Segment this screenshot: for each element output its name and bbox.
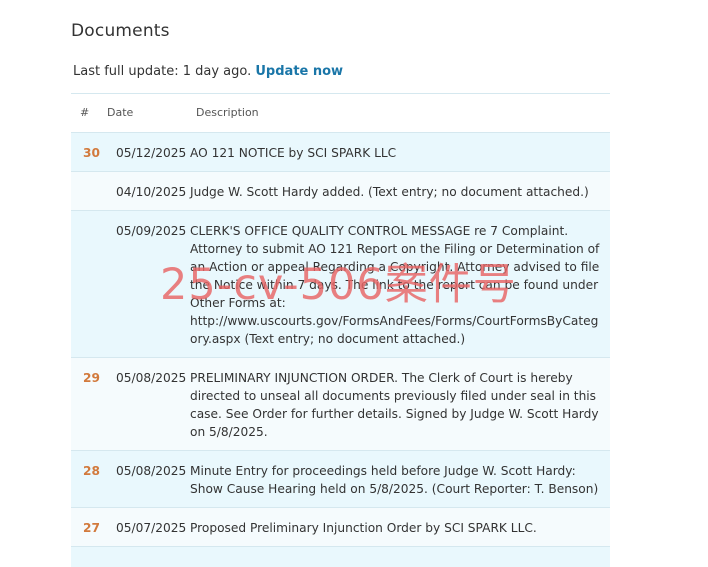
entry-description: Judge W. Scott Hardy added. (Text entry;… <box>190 185 589 199</box>
entry-description: CLERK'S OFFICE QUALITY CONTROL MESSAGE r… <box>190 224 600 346</box>
entry-date: 05/09/2025 <box>116 224 187 238</box>
header-date: Date <box>107 106 134 119</box>
entry-date: 05/07/2025 <box>116 521 187 535</box>
update-now-link[interactable]: Update now <box>255 64 343 79</box>
table-row: 29 05/08/2025 PRELIMINARY INJUNCTION ORD… <box>71 358 610 451</box>
document-number-link[interactable]: 29 <box>71 369 100 387</box>
table-row-partial <box>71 547 610 567</box>
document-number-link[interactable]: 28 <box>71 462 100 480</box>
entry-date: 05/12/2025 <box>116 146 187 160</box>
entry-description: Minute Entry for proceedings held before… <box>190 464 599 496</box>
table-row: 04/10/2025 Judge W. Scott Hardy added. (… <box>71 172 610 211</box>
table-row: 05/09/2025 CLERK'S OFFICE QUALITY CONTRO… <box>71 211 610 358</box>
header-number: # <box>80 106 90 119</box>
last-update-text: Last full update: 1 day ago. <box>73 64 252 79</box>
table-row: 30 05/12/2025 AO 121 NOTICE by SCI SPARK… <box>71 133 610 172</box>
header-description: Description <box>196 106 259 119</box>
entry-date: 05/08/2025 <box>116 371 187 385</box>
table-row: 27 05/07/2025 Proposed Preliminary Injun… <box>71 508 610 547</box>
entry-description: AO 121 NOTICE by SCI SPARK LLC <box>190 146 397 160</box>
entry-description: Proposed Preliminary Injunction Order by… <box>190 521 537 535</box>
table-row: 28 05/08/2025 Minute Entry for proceedin… <box>71 451 610 508</box>
entry-date: 04/10/2025 <box>116 185 187 199</box>
table-header: # Date Description <box>71 94 610 133</box>
entry-description: PRELIMINARY INJUNCTION ORDER. The Clerk … <box>190 371 599 439</box>
document-number-link[interactable]: 27 <box>71 519 100 537</box>
last-update-line: Last full update: 1 day ago. Update now <box>73 64 343 79</box>
document-number-link[interactable]: 30 <box>71 144 100 162</box>
documents-table: # Date Description 30 05/12/2025 AO 121 … <box>71 93 610 567</box>
entry-date: 05/08/2025 <box>116 464 187 478</box>
page-title: Documents <box>71 21 170 41</box>
